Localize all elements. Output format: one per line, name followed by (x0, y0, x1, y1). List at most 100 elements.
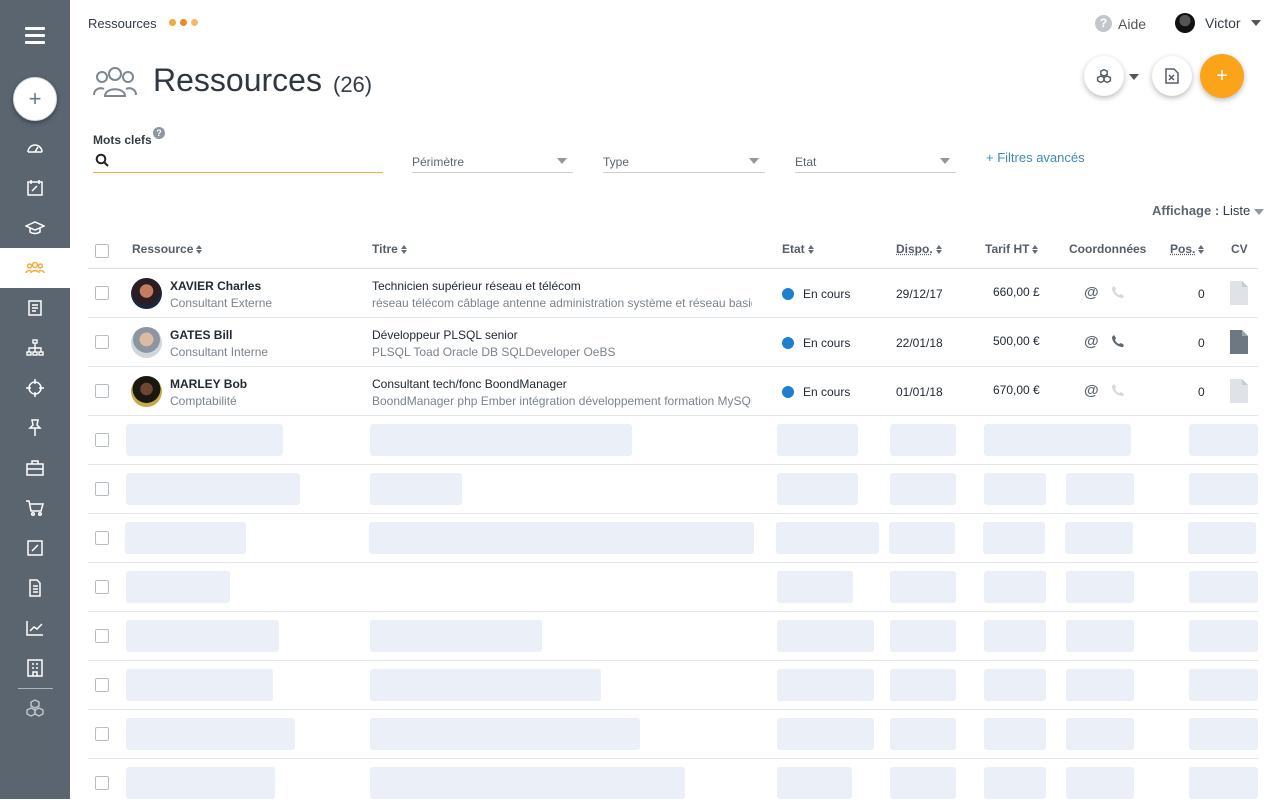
export-excel-button[interactable] (1152, 56, 1192, 96)
col-titre[interactable]: Titre (372, 242, 407, 256)
skeleton-row (88, 514, 1258, 563)
resource-name[interactable]: GATES Bill (170, 328, 232, 342)
resource-name[interactable]: XAVIER Charles (170, 279, 261, 293)
resource-skills: BoondManager php Ember intégration dével… (372, 394, 752, 408)
avatar (131, 376, 162, 407)
chevron-down-icon[interactable] (1129, 74, 1139, 80)
keywords-label: Mots clefs (93, 133, 152, 147)
col-coordonnees: Coordonnées (1069, 242, 1147, 256)
email-icon[interactable]: @ (1084, 333, 1099, 350)
positioning-count: 0 (1198, 287, 1205, 301)
avatar (1175, 13, 1195, 33)
sidebar-item-purchases[interactable] (0, 488, 70, 528)
avatar (131, 327, 162, 358)
sidebar-item-targets[interactable] (0, 368, 70, 408)
row-checkbox[interactable] (95, 286, 109, 300)
rate-value: 500,00 € (993, 334, 1040, 348)
skeleton-row (88, 710, 1258, 759)
sidebar: + (0, 0, 70, 799)
pin-icon (28, 419, 42, 436)
calendar-edit-icon (27, 180, 43, 196)
status-dot (782, 337, 794, 349)
state-badge: En cours (782, 385, 850, 399)
type-select[interactable]: Type (603, 151, 765, 173)
email-icon[interactable]: @ (1084, 284, 1099, 301)
resource-title: Consultant tech/fonc BoondManager (372, 377, 567, 391)
table-row[interactable]: XAVIER Charles Consultant Externe Techni… (88, 269, 1258, 318)
skeleton-row (88, 661, 1258, 710)
cubes-icon (1096, 68, 1112, 84)
graduation-cap-icon (25, 221, 45, 235)
sidebar-item-company[interactable] (0, 648, 70, 688)
col-dispo[interactable]: Dispo. (896, 242, 942, 256)
building-icon (27, 659, 43, 677)
row-checkbox[interactable] (95, 335, 109, 349)
cart-icon (26, 500, 44, 517)
help-link[interactable]: ? Aide (1095, 15, 1146, 32)
state-badge: En cours (782, 287, 850, 301)
users-icon (25, 261, 45, 274)
phone-icon[interactable] (1111, 334, 1125, 348)
cv-file-icon (1230, 281, 1248, 305)
col-etat[interactable]: Etat (782, 242, 814, 256)
sidebar-item-projects[interactable] (0, 448, 70, 488)
row-checkbox[interactable] (95, 433, 109, 447)
resource-name[interactable]: MARLEY Bob (170, 377, 247, 391)
briefcase-icon (26, 460, 44, 476)
search-input[interactable] (115, 151, 375, 171)
sidebar-item-apps[interactable] (0, 688, 70, 728)
col-ressource[interactable]: Ressource (132, 242, 203, 256)
sidebar-item-planning[interactable] (0, 168, 70, 208)
network-button[interactable] (1084, 56, 1124, 96)
sidebar-item-invoices[interactable] (0, 568, 70, 608)
advanced-filters-link[interactable]: + Filtres avancés (986, 150, 1085, 165)
row-checkbox[interactable] (95, 727, 109, 741)
help-icon: ? (1095, 15, 1112, 32)
row-checkbox[interactable] (95, 531, 109, 545)
col-pos[interactable]: Pos. (1170, 242, 1205, 256)
sidebar-item-resources[interactable] (0, 248, 70, 288)
sidebar-item-training[interactable] (0, 208, 70, 248)
sort-icon (1198, 245, 1205, 255)
sort-icon (400, 245, 407, 255)
sidebar-item-reporting[interactable] (0, 608, 70, 648)
menu-icon[interactable] (25, 27, 45, 44)
col-tarif[interactable]: Tarif HT (985, 242, 1039, 256)
sidebar-item-pins[interactable] (0, 408, 70, 448)
chevron-down-icon (557, 158, 567, 164)
row-checkbox[interactable] (95, 384, 109, 398)
col-pos-label: Pos. (1170, 242, 1196, 256)
resource-skills: PLSQL Toad Oracle DB SQLDeveloper OeBS (372, 345, 616, 359)
resource-role: Comptabilité (170, 394, 237, 408)
chevron-down-icon (1254, 208, 1265, 215)
table-header: Ressource Titre Etat Dispo. Tarif HT Coo… (88, 230, 1258, 269)
row-checkbox[interactable] (95, 678, 109, 692)
etat-select[interactable]: Etat (795, 151, 956, 173)
skeleton-row (88, 759, 1258, 808)
sidebar-item-organization[interactable] (0, 328, 70, 368)
email-icon[interactable]: @ (1084, 382, 1099, 399)
table-row[interactable]: GATES Bill Consultant Interne Développeu… (88, 318, 1258, 367)
select-all-checkbox[interactable] (95, 244, 109, 258)
create-resource-button[interactable]: + (1200, 54, 1244, 98)
sidebar-item-contacts[interactable] (0, 288, 70, 328)
display-mode-selector[interactable]: Affichage : Liste (1152, 203, 1265, 218)
state-label: En cours (803, 385, 851, 399)
cv-file-icon[interactable] (1230, 330, 1248, 354)
row-checkbox[interactable] (95, 629, 109, 643)
user-menu[interactable]: Victor (1175, 13, 1261, 33)
perimetre-select[interactable]: Périmètre (412, 151, 573, 173)
resources-table: Ressource Titre Etat Dispo. Tarif HT Coo… (88, 230, 1258, 808)
help-icon[interactable]: ? (153, 127, 165, 139)
row-checkbox[interactable] (95, 482, 109, 496)
table-row[interactable]: MARLEY Bob Comptabilité Consultant tech/… (88, 367, 1258, 416)
col-dispo-label: Dispo. (896, 242, 933, 256)
row-checkbox[interactable] (95, 776, 109, 790)
skeleton-row (88, 563, 1258, 612)
add-button[interactable]: + (13, 77, 57, 121)
sidebar-item-timesheets[interactable] (0, 528, 70, 568)
breadcrumb[interactable]: Ressources (88, 16, 157, 31)
row-checkbox[interactable] (95, 580, 109, 594)
sidebar-item-dashboard[interactable] (0, 128, 70, 168)
search-field[interactable] (93, 151, 383, 173)
